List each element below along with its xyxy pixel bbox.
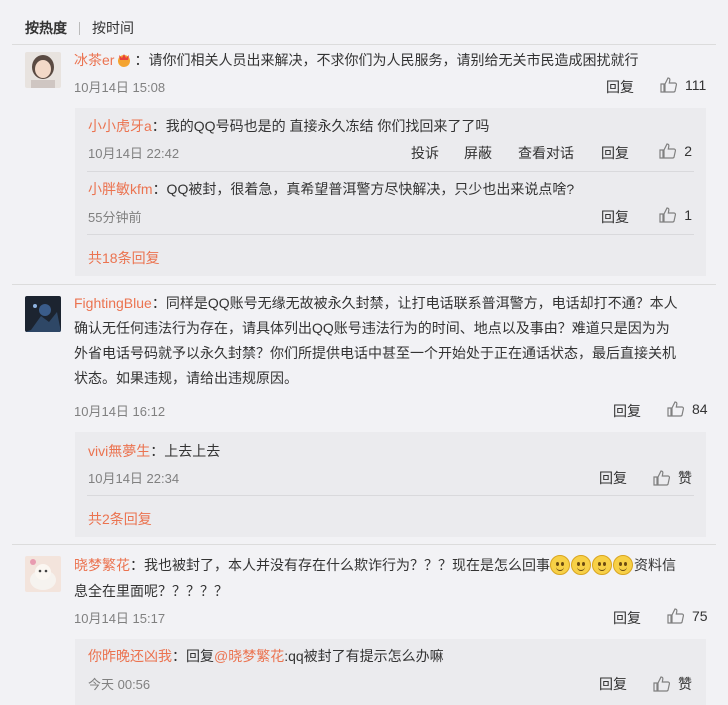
divider — [87, 171, 694, 172]
thumbs-up-icon — [659, 143, 677, 159]
comment-username[interactable]: FightingBlue — [74, 295, 152, 311]
smile-emoji-icon — [613, 555, 633, 575]
like-count: 84 — [692, 401, 708, 417]
like-button[interactable]: 111 — [660, 77, 706, 93]
vip-badge-icon — [116, 50, 132, 67]
reply-button[interactable]: 回复 — [599, 674, 627, 694]
thumbs-up-icon — [660, 77, 677, 93]
comment-timestamp: 10月14日 15:17 — [74, 611, 166, 626]
like-button[interactable]: 2 — [659, 143, 692, 159]
reply-text: 小胖敏kfm：QQ被封，很着急，真希望普洱警方尽快解决，只少也出来说点啥? — [88, 178, 694, 200]
avatar[interactable] — [25, 556, 61, 592]
reply-body: ：我的QQ号码也是的 直接永久冻结 你们找回来了了吗 — [151, 118, 490, 134]
reply-username[interactable]: 小胖敏kfm — [88, 181, 153, 197]
avatar[interactable] — [25, 52, 61, 88]
reply-button[interactable]: 回复 — [606, 77, 634, 97]
like-count: 1 — [684, 207, 692, 223]
smile-emoji-icon — [550, 555, 570, 575]
divider — [87, 495, 694, 496]
reply-button[interactable]: 回复 — [599, 468, 627, 488]
sort-tabs: 按热度 按时间 — [25, 17, 134, 39]
divider — [12, 284, 716, 285]
like-button[interactable]: 75 — [667, 608, 708, 624]
comment-text: 晓梦繁花：我也被封了，本人并没有存在什么欺诈行为？？？现在是怎么回事 资料信 息全… — [74, 552, 698, 604]
like-count: 111 — [685, 77, 707, 93]
comment-body: ：请你们相关人员出来解决，不求你们为人民服务，请别给无关市民造成困扰就行 — [134, 52, 639, 68]
smile-emoji-icon — [592, 555, 612, 575]
comment-username[interactable]: 冰茶er — [74, 52, 114, 68]
thumbs-up-icon — [653, 470, 670, 486]
reply-body: ：上去上去 — [150, 443, 221, 459]
reply-button[interactable]: 回复 — [613, 608, 641, 628]
reply-button[interactable]: 回复 — [601, 143, 629, 163]
block-button[interactable]: 屏蔽 — [464, 143, 492, 163]
report-button[interactable]: 投诉 — [411, 143, 439, 163]
comment-body: ：我也被封了，本人并没有存在什么欺诈行为？？？现在是怎么回事 — [130, 557, 550, 573]
view-conversation-button[interactable]: 查看对话 — [518, 143, 574, 163]
reply-button[interactable]: 回复 — [601, 207, 629, 227]
like-button[interactable]: 赞 — [653, 674, 692, 694]
comment-body-line: 息全在里面呢？？？？？ — [74, 583, 228, 599]
reply-list: 小小虎牙a：我的QQ号码也是的 直接永久冻结 你们找回来了了吗 10月14日 2… — [75, 108, 706, 276]
like-button[interactable]: 84 — [667, 401, 708, 417]
tab-divider — [79, 21, 80, 35]
comment-body: 资料信 — [634, 557, 676, 573]
reply-timestamp: 今天 00:56 — [88, 677, 151, 692]
like-count: 75 — [692, 608, 708, 624]
reply-body: :qq被封了有提示怎么办嘛 — [284, 648, 444, 664]
comment-body-line: ：同样是QQ账号无缘无故被永久封禁，让打电话联系普洱警方，电话却打不通？本人 — [151, 295, 678, 311]
like-count: 2 — [684, 143, 692, 159]
like-button[interactable]: 1 — [659, 207, 692, 223]
reply-body: ：QQ被封，很着急，真希望普洱警方尽快解决，只少也出来说点啥? — [152, 181, 575, 197]
reply-body: ：回复 — [172, 648, 214, 664]
thumbs-up-icon — [667, 401, 684, 417]
divider — [12, 544, 716, 545]
thumbs-up-icon — [667, 608, 684, 624]
tab-sort-by-time[interactable]: 按时间 — [92, 18, 134, 38]
more-replies-link[interactable]: 共18条回复 — [88, 248, 160, 268]
smile-emoji-icon — [571, 555, 591, 575]
more-replies-link[interactable]: 共2条回复 — [88, 509, 152, 529]
divider — [12, 44, 716, 45]
comment-body-line: 状态。如果违规，请给出违规原因。 — [74, 370, 298, 386]
thumbs-up-icon — [659, 207, 677, 223]
avatar[interactable] — [25, 296, 61, 332]
reply-text: vivi無夢生：上去上去 — [88, 440, 694, 462]
comment-username[interactable]: 晓梦繁花 — [74, 557, 130, 573]
comment-timestamp: 10月14日 15:08 — [74, 80, 166, 95]
comment-timestamp: 10月14日 16:12 — [74, 404, 166, 419]
mention-link[interactable]: @晓梦繁花 — [214, 648, 284, 664]
like-label: 赞 — [678, 676, 692, 692]
reply-text: 你昨晚还凶我：回复@晓梦繁花:qq被封了有提示怎么办嘛 — [88, 645, 694, 667]
reply-timestamp: 10月14日 22:34 — [88, 471, 180, 486]
reply-username[interactable]: 小小虎牙a — [88, 118, 152, 134]
like-label: 赞 — [678, 470, 692, 486]
reply-text: 小小虎牙a：我的QQ号码也是的 直接永久冻结 你们找回来了了吗 — [88, 115, 694, 137]
reply-username[interactable]: 你昨晚还凶我 — [88, 648, 172, 664]
reply-timestamp: 10月14日 22:42 — [88, 146, 180, 161]
comment-text: 冰茶er ：请你们相关人员出来解决，不求你们为人民服务，请别给无关市民造成困扰就行 — [74, 48, 698, 73]
reply-list: vivi無夢生：上去上去 10月14日 22:34 回复 赞 共2条回复 — [75, 432, 706, 537]
tab-sort-by-hot[interactable]: 按热度 — [25, 18, 67, 38]
reply-username[interactable]: vivi無夢生 — [88, 443, 150, 459]
comment-body-line: 外省电话号码就予以永久封禁？你们所提供电话中甚至一个开始处于正在通话状态，最后直… — [74, 345, 676, 361]
comment-text: FightingBlue：同样是QQ账号无缘无故被永久封禁，让打电话联系普洱警方… — [74, 291, 698, 391]
reply-button[interactable]: 回复 — [613, 401, 641, 421]
like-button[interactable]: 赞 — [653, 468, 692, 488]
reply-list: 你昨晚还凶我：回复@晓梦繁花:qq被封了有提示怎么办嘛 今天 00:56 回复 … — [75, 639, 706, 705]
reply-timestamp: 55分钟前 — [88, 210, 142, 225]
thumbs-up-icon — [653, 676, 670, 692]
comment-body-line: 确认无任何违法行为存在，请具体列出QQ账号违法行为的时间、地点以及事由？难道只是… — [74, 320, 670, 336]
divider — [87, 234, 694, 235]
